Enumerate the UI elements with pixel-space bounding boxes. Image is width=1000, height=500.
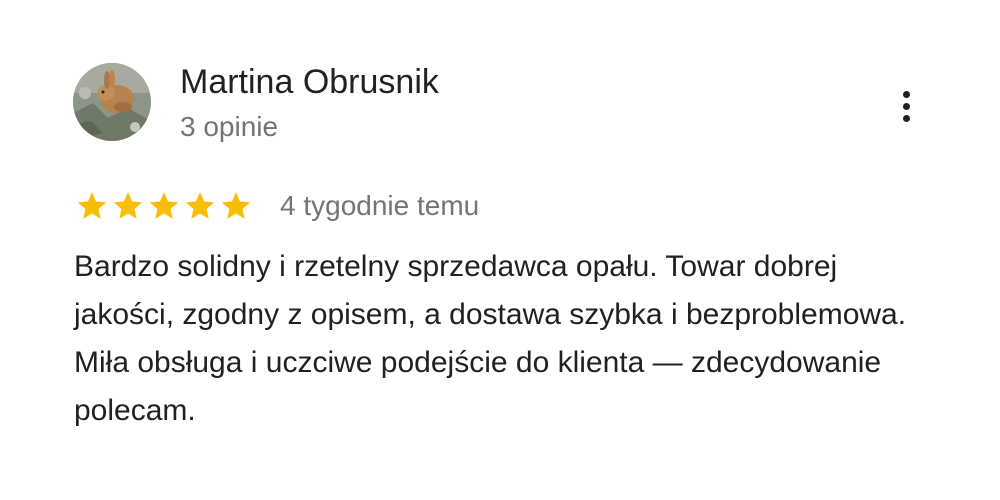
star-icon	[185, 192, 215, 219]
star-icon	[77, 192, 107, 219]
review-date: 4 tygodnie temu	[280, 190, 480, 221]
star-icon	[149, 192, 179, 219]
star-icon	[113, 192, 143, 219]
rating-row: 4 tygodnie temu	[74, 186, 479, 226]
more-options-button[interactable]	[886, 82, 926, 130]
review-text: Bardzo solidny i rzetelny sprzedawca opa…	[74, 250, 907, 427]
rabbit-photo-avatar	[73, 63, 151, 141]
author-review-count: 3 opinie	[180, 111, 279, 142]
author-name[interactable]: Martina Obrusnik	[180, 60, 439, 104]
star-rating	[74, 189, 254, 223]
avatar[interactable]	[73, 63, 151, 141]
review-card: Martina Obrusnik 3 opinie 4 tygodnie tem…	[0, 0, 1000, 500]
star-icon	[221, 192, 251, 219]
more-vert-icon	[902, 90, 910, 98]
